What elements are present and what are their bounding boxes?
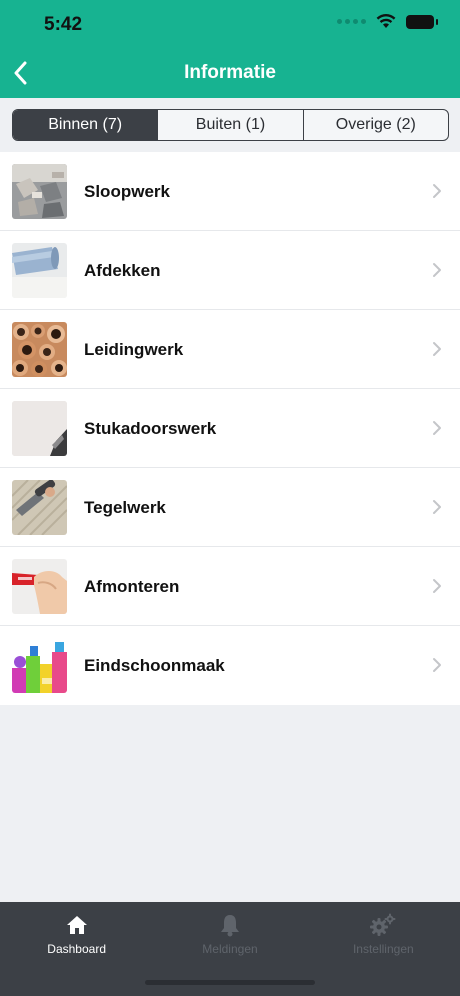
status-time: 5:42 (44, 14, 83, 35)
chevron-right-icon (433, 500, 441, 514)
tab-label: Dashboard (47, 942, 107, 956)
tab-dashboard[interactable]: Dashboard (0, 902, 153, 996)
list-item-label: Afdekken (84, 261, 161, 280)
chevron-right-icon (433, 658, 441, 672)
copper-pipes-image (12, 322, 67, 377)
chevron-right-icon (433, 184, 441, 198)
app-header: 5:42 Informatie (0, 0, 460, 98)
cleaning-supplies-image (12, 638, 67, 693)
chevron-right-icon (433, 342, 441, 356)
hand-mounting-image (12, 559, 67, 614)
covering-roll-image (12, 243, 67, 298)
battery-icon (406, 14, 438, 29)
list-item-afdekken[interactable]: Afdekken (0, 231, 460, 310)
tile-adhesive-image (12, 480, 67, 535)
segmented-control: Binnen (7) Buiten (1) Overige (2) (12, 109, 449, 141)
segment-binnen[interactable]: Binnen (7) (13, 110, 159, 140)
home-indicator (145, 980, 315, 985)
chevron-right-icon (433, 263, 441, 277)
page-title: Informatie (184, 62, 276, 83)
tab-label: Meldingen (202, 942, 258, 956)
list-item-label: Afmonteren (84, 577, 180, 596)
list-item-label: Eindschoonmaak (84, 656, 225, 675)
info-list: Sloopwerk Afdekken Leidingwerk Stukadoor… (0, 152, 460, 705)
list-item-afmonteren[interactable]: Afmonteren (0, 547, 460, 626)
plaster-wall-image (12, 401, 67, 456)
bell-icon (217, 912, 243, 938)
list-item-label: Tegelwerk (84, 498, 166, 517)
chevron-right-icon (433, 421, 441, 435)
signal-icon (337, 19, 366, 24)
list-item-eindschoonmaak[interactable]: Eindschoonmaak (0, 626, 460, 705)
demolition-rubble-image (12, 164, 67, 219)
list-item-label: Stukadoorswerk (84, 419, 217, 438)
gears-icon (370, 912, 396, 938)
wifi-icon (376, 14, 396, 28)
list-item-label: Leidingwerk (84, 340, 184, 359)
segment-overige[interactable]: Overige (2) (304, 110, 448, 140)
tab-label: Instellingen (352, 942, 414, 956)
status-icons (337, 14, 438, 29)
list-item-leidingwerk[interactable]: Leidingwerk (0, 310, 460, 389)
home-icon (64, 912, 90, 938)
list-item-sloopwerk[interactable]: Sloopwerk (0, 152, 460, 231)
list-item-label: Sloopwerk (84, 182, 170, 201)
list-item-stukadoorswerk[interactable]: Stukadoorswerk (0, 389, 460, 468)
tab-instellingen[interactable]: Instellingen (307, 902, 460, 996)
list-item-tegelwerk[interactable]: Tegelwerk (0, 468, 460, 547)
segment-buiten[interactable]: Buiten (1) (158, 110, 304, 140)
chevron-right-icon (433, 579, 441, 593)
